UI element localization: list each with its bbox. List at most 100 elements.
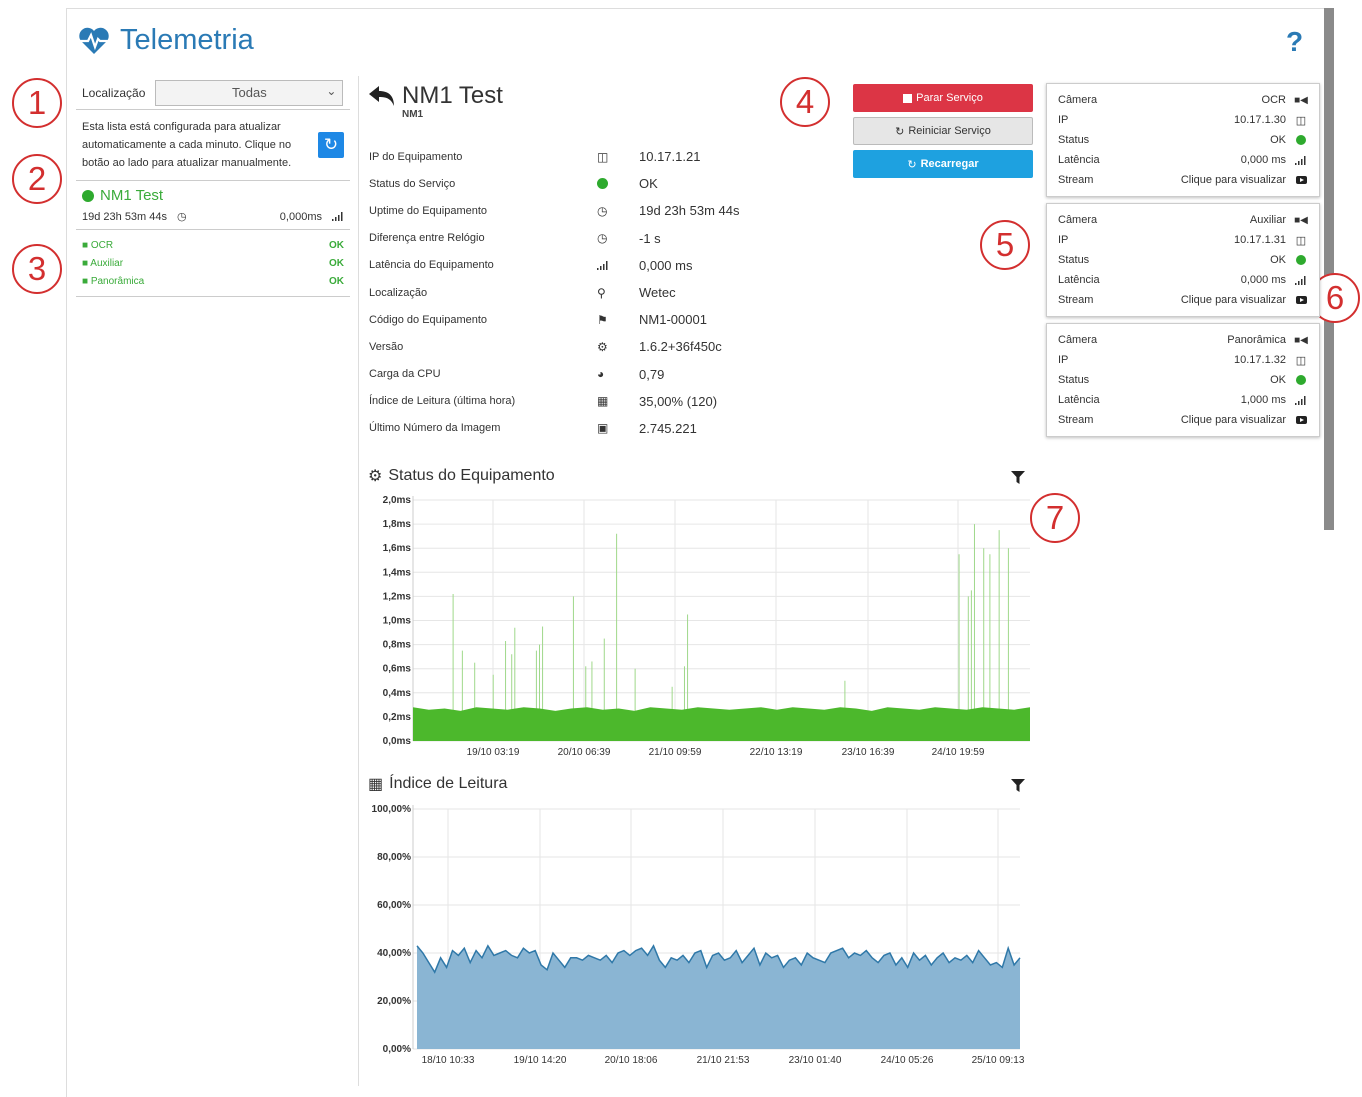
chevron-down-icon: ⌄	[326, 83, 337, 98]
x-tick-label: 19/10 03:19	[467, 747, 520, 758]
filter-icon[interactable]	[1011, 779, 1025, 793]
camera-card: Câmera Panorâmica ■◀ IP 10.17.1.32 ◫ Status OK L…	[1046, 323, 1320, 437]
refresh-icon: ↻	[895, 125, 905, 138]
camera-card-value: 10.17.1.32	[1234, 354, 1286, 366]
device-title: NM1 Test	[402, 82, 503, 109]
x-tick-label: 21/10 21:53	[697, 1055, 750, 1066]
property-value: OK	[639, 176, 658, 192]
signal-icon	[1294, 155, 1308, 165]
property-row: Carga da CPU ◕ 0,79	[369, 361, 769, 388]
cogs-icon: ⚙	[597, 339, 608, 354]
camera-card-value[interactable]: Clique para visualizar	[1181, 174, 1286, 186]
stop-service-button[interactable]: Parar Serviço	[853, 84, 1033, 112]
annotation-5: 5	[980, 220, 1030, 270]
refresh-icon: ↻	[907, 158, 917, 171]
y-tick-label: 0,0ms	[383, 736, 412, 747]
device-name: NM1 Test	[100, 187, 164, 204]
device-list-item[interactable]: NM1 Test 19d 23h 53m 44s ◷ 0,000ms	[76, 181, 350, 230]
video-camera-icon: ■◀	[1294, 94, 1308, 106]
camera-card-value: 10.17.1.31	[1234, 234, 1286, 246]
camera-card-row: Câmera OCR ■◀	[1058, 90, 1308, 110]
location-select[interactable]: Todas ⌄	[155, 79, 344, 106]
camera-card-value: OK	[1270, 374, 1286, 386]
x-tick-label: 23/10 01:40	[789, 1055, 842, 1066]
camera-card-row: Câmera Panorâmica ■◀	[1058, 330, 1308, 350]
annotation-2: 2	[12, 154, 62, 204]
status-dot-icon	[1294, 135, 1308, 145]
camera-card-row[interactable]: Stream Clique para visualizar	[1058, 290, 1308, 310]
camera-card-label: Stream	[1058, 414, 1094, 426]
device-meta: 19d 23h 53m 44s ◷ 0,000ms	[82, 210, 344, 223]
property-row: Último Número da Imagem ▣ 2.745.221	[369, 415, 769, 442]
cogs-icon: ⚙	[368, 468, 383, 485]
property-row: Status do Serviço OK	[369, 170, 769, 197]
x-tick-label: 24/10 05:26	[881, 1055, 934, 1066]
reload-label: Recarregar	[920, 158, 979, 170]
camera-list-item[interactable]: ■ Panorâmica OK	[82, 272, 344, 290]
camera-list-item[interactable]: ■ Auxiliar OK	[82, 254, 344, 272]
property-label: Último Número da Imagem	[369, 422, 501, 435]
property-row: Latência do Equipamento 0,000 ms	[369, 252, 769, 279]
y-tick-label: 1,6ms	[383, 543, 412, 554]
scrollbar[interactable]	[1324, 8, 1334, 530]
camera-card-label: Latência	[1058, 154, 1100, 166]
camera-card-label: Latência	[1058, 394, 1100, 406]
restart-service-button[interactable]: ↻ Reiniciar Serviço	[853, 117, 1033, 145]
annotation-1: 1	[12, 78, 62, 128]
camera-card-value[interactable]: Clique para visualizar	[1181, 414, 1286, 426]
camera-status: OK	[329, 257, 344, 269]
property-value: 2.745.221	[639, 420, 697, 436]
x-tick-label: 23/10 16:39	[842, 747, 895, 758]
x-tick-label: 25/10 09:13	[972, 1055, 1025, 1066]
help-icon[interactable]: ?	[1286, 26, 1303, 58]
property-label: Diferença entre Relógio	[369, 232, 485, 245]
camera-card-value: 1,000 ms	[1240, 394, 1286, 406]
camera-card-row: Latência 0,000 ms	[1058, 270, 1308, 290]
camera-status: OK	[329, 275, 344, 287]
camera-list-item[interactable]: ■ OCR OK	[82, 236, 344, 254]
auto-refresh-text: Esta lista está configurada para atualiz…	[82, 121, 292, 169]
y-tick-label: 40,00%	[377, 948, 411, 959]
clock-icon: ◷	[597, 203, 608, 218]
refresh-button[interactable]: ↻	[318, 132, 344, 158]
device-sidebar: Localização Todas ⌄ Esta lista está conf…	[76, 76, 350, 297]
y-tick-label: 1,4ms	[383, 567, 412, 578]
camera-card-row[interactable]: Stream Clique para visualizar	[1058, 170, 1308, 190]
camera-card-label: Latência	[1058, 274, 1100, 286]
qrcode-icon: ▦	[368, 776, 384, 793]
camera-card-value: Panorâmica	[1227, 334, 1286, 346]
location-label: Localização	[82, 85, 146, 100]
network-icon: ◫	[1295, 114, 1307, 127]
camera-card-row: Status OK	[1058, 370, 1308, 390]
camera-card-value: 10.17.1.30	[1234, 114, 1286, 126]
property-row: IP do Equipamento ◫ 10.17.1.21	[369, 143, 769, 170]
camera-card-value[interactable]: Clique para visualizar	[1181, 294, 1286, 306]
property-row: Uptime do Equipamento ◷ 19d 23h 53m 44s	[369, 197, 769, 224]
heartbeat-icon	[79, 27, 109, 54]
property-row: Índice de Leitura (última hora) ▦ 35,00% (…	[369, 388, 769, 415]
filter-icon[interactable]	[1011, 471, 1025, 485]
property-row: Localização ⚲ Wetec	[369, 279, 769, 306]
signal-icon	[597, 260, 639, 270]
y-tick-label: 2,0ms	[383, 495, 412, 506]
x-tick-label: 24/10 19:59	[932, 747, 985, 758]
y-tick-label: 1,2ms	[383, 591, 412, 602]
y-tick-label: 100,00%	[372, 804, 412, 815]
camera-card-label: IP	[1058, 234, 1069, 246]
reload-button[interactable]: ↻ Recarregar	[853, 150, 1033, 178]
y-tick-label: 0,4ms	[383, 688, 412, 699]
camera-card-row: IP 10.17.1.32 ◫	[1058, 350, 1308, 370]
camera-card-label: Stream	[1058, 294, 1094, 306]
annotation-3: 3	[12, 244, 62, 294]
back-arrow-icon[interactable]	[368, 85, 396, 107]
camera-card-label: Câmera	[1058, 94, 1098, 106]
property-value: 0,79	[639, 366, 665, 382]
camera-card-row: Status OK	[1058, 250, 1308, 270]
dashboard-icon: ◕	[597, 367, 605, 382]
camera-card-value: Auxiliar	[1249, 214, 1286, 226]
refresh-icon: ↻	[323, 135, 339, 154]
stop-service-label: Parar Serviço	[916, 92, 983, 104]
clock-icon: ◷	[597, 231, 608, 246]
device-title-row: NM1 Test	[368, 82, 503, 110]
camera-card-row[interactable]: Stream Clique para visualizar	[1058, 410, 1308, 430]
